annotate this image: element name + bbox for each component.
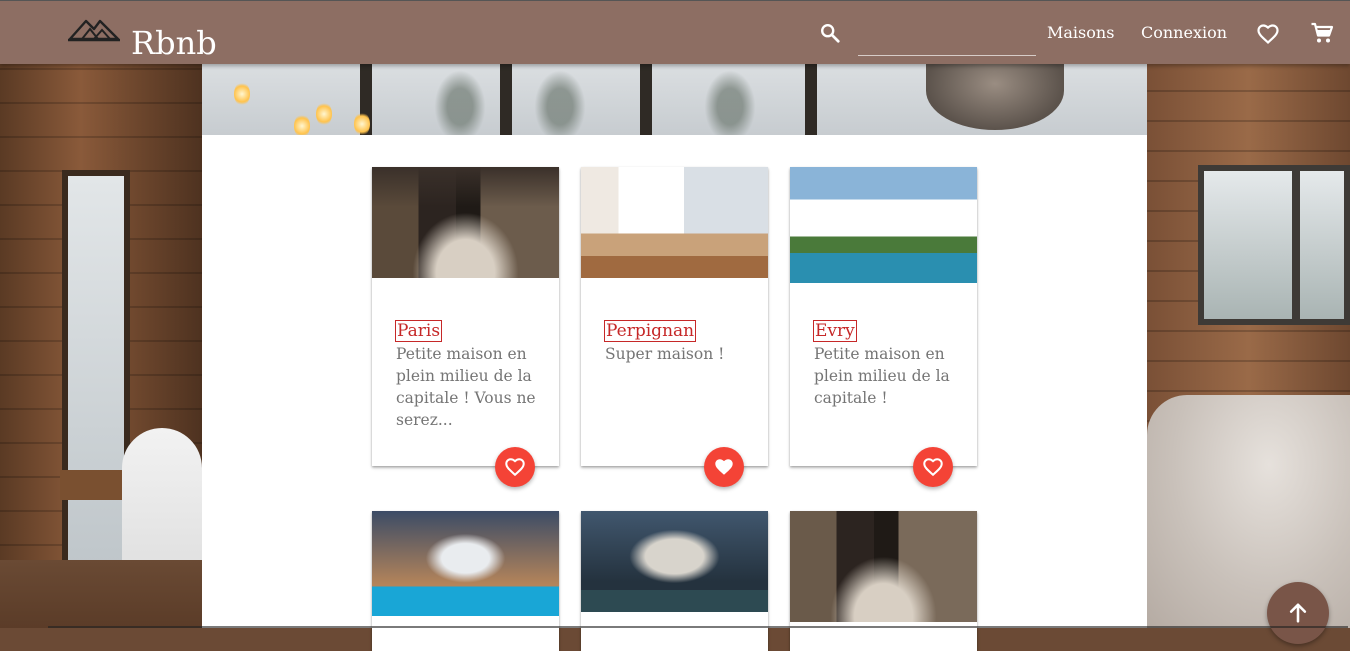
listing-description: Petite maison en plein milieu de la capi… — [396, 345, 536, 429]
floor — [0, 560, 202, 628]
light-bulb — [316, 102, 332, 126]
window-right — [1198, 165, 1350, 325]
heart-outline-icon[interactable] — [1256, 22, 1280, 46]
nav-link-maisons[interactable]: Maisons — [1047, 23, 1114, 43]
listing-photo[interactable] — [372, 167, 559, 278]
heart-filled-icon — [715, 459, 733, 475]
listing-card[interactable]: Perpignan Super maison ! — [581, 167, 768, 487]
listing-card[interactable]: Paris Petite maison en plein milieu de l… — [372, 167, 559, 487]
listing-title[interactable]: Evry — [813, 320, 857, 342]
listing-card[interactable] — [372, 511, 559, 651]
favorite-button[interactable] — [704, 447, 744, 487]
arrow-up-icon — [1289, 603, 1307, 623]
window-frame — [500, 64, 512, 135]
app-bar: Rbnb Maisons Connexion — [0, 0, 1350, 64]
window-frame — [805, 64, 817, 135]
background-tree — [530, 64, 590, 135]
listing-title[interactable]: Paris — [394, 320, 443, 342]
favorite-button[interactable] — [913, 447, 953, 487]
listing-description: Petite maison en plein milieu de la capi… — [814, 345, 950, 407]
scroll-to-top-button[interactable] — [1267, 582, 1329, 644]
house-mountain-logo-icon[interactable] — [68, 15, 120, 43]
window-left — [62, 170, 130, 572]
background-tree — [430, 64, 490, 135]
listing-card[interactable] — [581, 511, 768, 651]
window-frame — [640, 64, 652, 135]
light-bulb — [354, 112, 370, 136]
listing-description: Super maison ! — [605, 345, 725, 363]
listing-photo[interactable] — [372, 511, 559, 616]
listing-photo[interactable] — [790, 167, 977, 283]
favorite-button[interactable] — [495, 447, 535, 487]
listing-card[interactable] — [790, 511, 977, 651]
search-icon[interactable] — [819, 22, 841, 44]
listing-photo[interactable] — [790, 511, 977, 622]
shopping-cart-icon[interactable] — [1310, 21, 1334, 45]
nav-link-connexion[interactable]: Connexion — [1141, 23, 1227, 43]
listing-title[interactable]: Perpignan — [603, 320, 697, 342]
search-input[interactable] — [858, 17, 1036, 56]
listing-card[interactable]: Evry Petite maison en plein milieu de la… — [790, 167, 977, 487]
listing-photo[interactable] — [581, 511, 768, 612]
listings-panel: Paris Petite maison en plein milieu de l… — [202, 135, 1147, 651]
background-tree — [700, 64, 760, 135]
brand-name[interactable]: Rbnb — [131, 23, 217, 63]
light-bulb — [234, 82, 250, 106]
heart-outline-icon — [923, 458, 943, 477]
listing-photo[interactable] — [581, 167, 768, 278]
heart-outline-icon — [505, 458, 525, 477]
